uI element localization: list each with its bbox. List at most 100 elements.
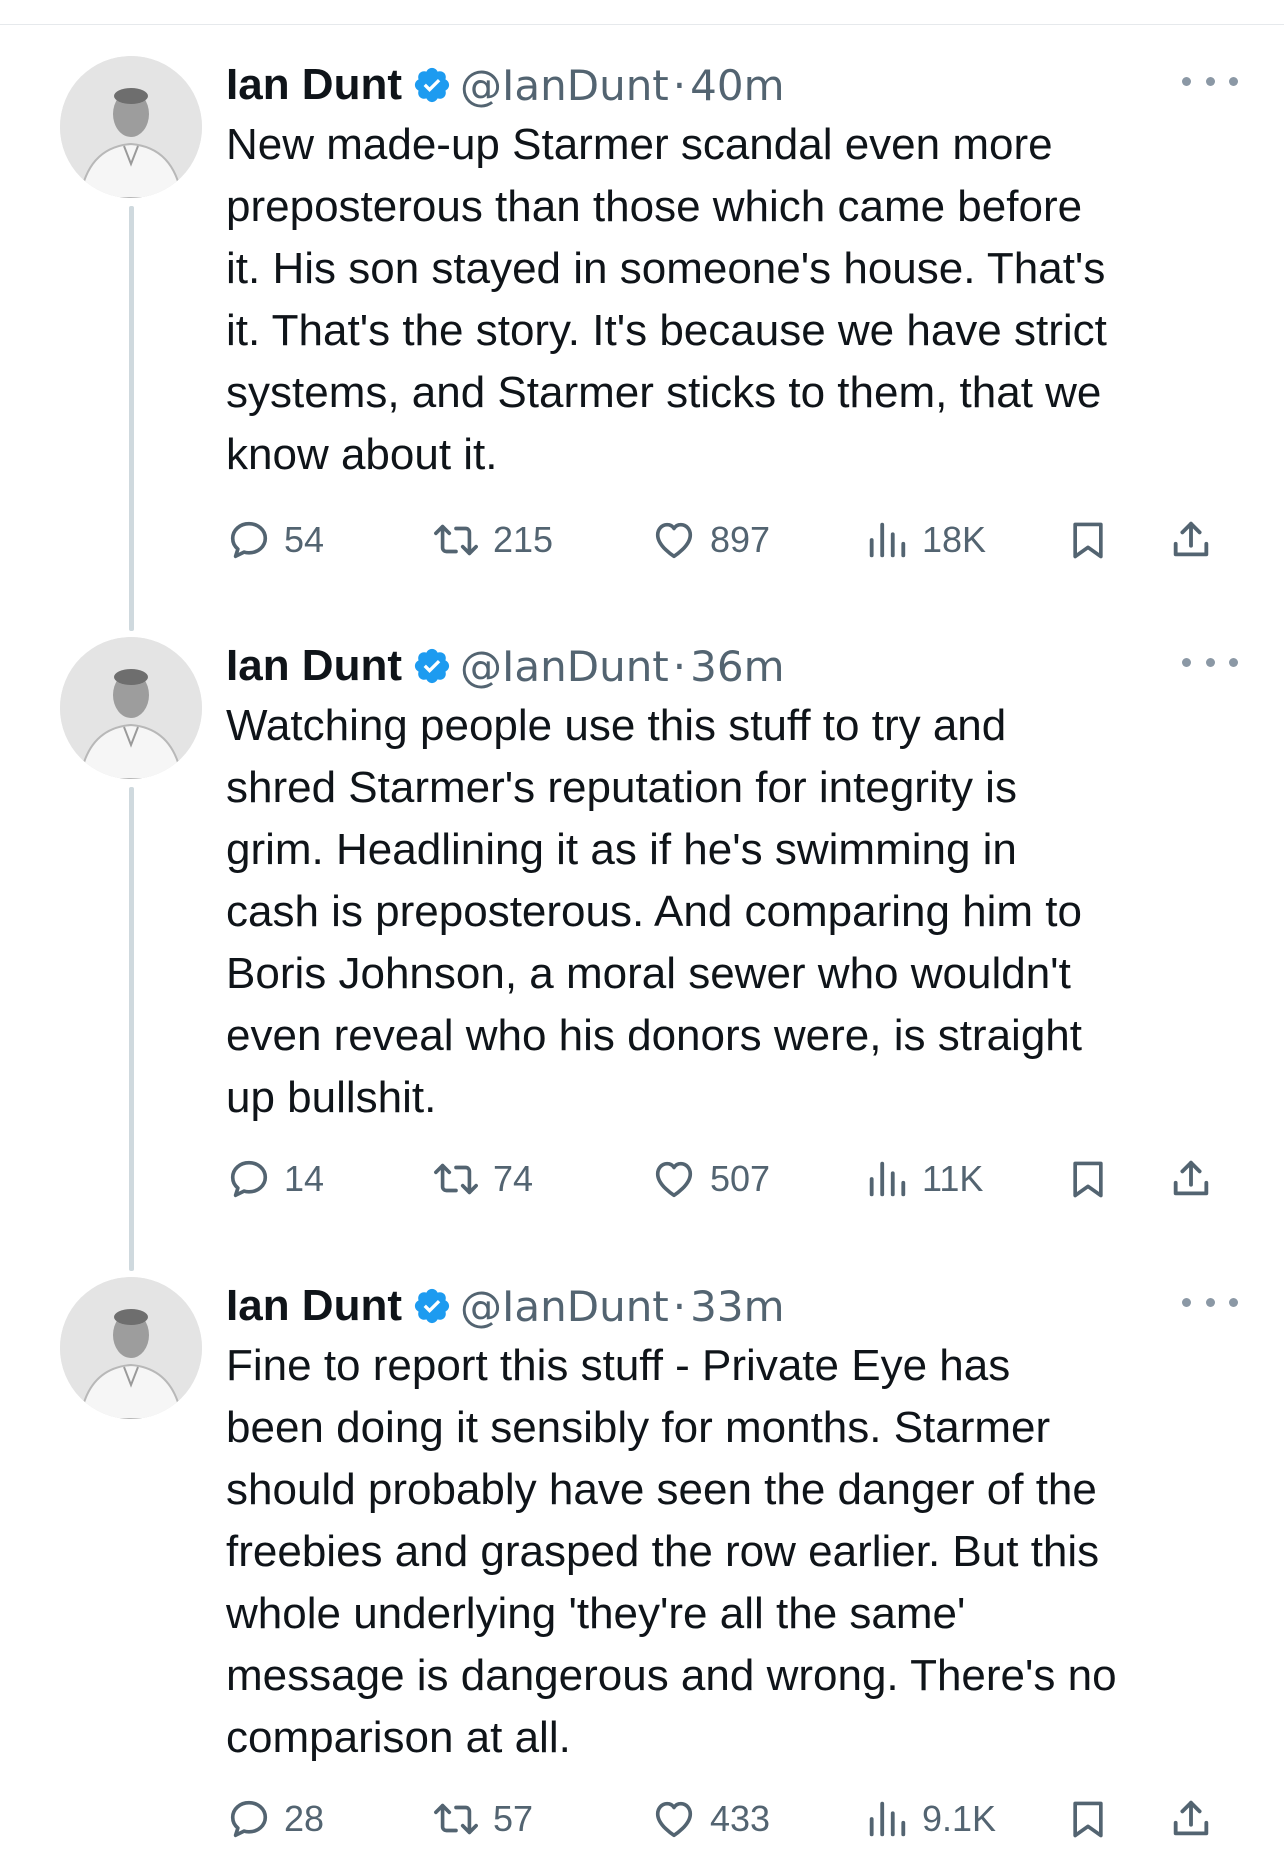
reply-count: 54 — [284, 519, 325, 560]
verified-badge-icon — [412, 65, 452, 105]
tweet-text-line: New made-up Starmer scandal even more — [226, 120, 1053, 169]
like-icon — [655, 1801, 693, 1838]
tweet-actions: 54 215 897 18K — [226, 510, 1226, 570]
repost-button[interactable]: 74 — [431, 1149, 533, 1209]
like-button[interactable]: 433 — [650, 1789, 770, 1849]
tweet-text: New made-up Starmer scandal even more pr… — [226, 114, 1216, 486]
tweet-text-line: even reveal who his donors were, is stra… — [226, 1011, 1082, 1060]
avatar[interactable] — [60, 637, 202, 779]
timestamp[interactable]: 40m — [690, 61, 784, 110]
share-button[interactable] — [1168, 1149, 1214, 1209]
like-count: 433 — [710, 1798, 771, 1839]
repost-count: 74 — [493, 1158, 534, 1199]
bookmark-button[interactable] — [1066, 1789, 1110, 1849]
tweet-text-line: Fine to report this stuff - Private Eye … — [226, 1341, 1011, 1390]
avatar[interactable] — [60, 56, 202, 198]
author-handle[interactable]: @IanDunt — [460, 61, 669, 110]
separator-dot: · — [672, 641, 687, 691]
views-button[interactable]: 18K — [864, 510, 986, 570]
timestamp[interactable]: 36m — [690, 642, 784, 691]
reply-icon — [230, 521, 268, 559]
author-handle[interactable]: @IanDunt — [460, 642, 669, 691]
tweet-text-line: know about it. — [226, 430, 498, 479]
thread-connector — [129, 787, 134, 1271]
views-icon — [869, 1161, 906, 1197]
tweet-text-line: whole underlying 'they're all the same' — [226, 1589, 966, 1638]
bookmark-icon — [1073, 522, 1103, 559]
repost-button[interactable]: 57 — [431, 1789, 533, 1849]
views-icon — [869, 522, 906, 558]
tweet-header: Ian Dunt @IanDunt · 40m — [226, 56, 1226, 114]
verified-badge-icon — [412, 1286, 452, 1326]
repost-icon — [434, 1163, 478, 1195]
reply-count: 28 — [284, 1798, 325, 1839]
tweet-text-line: systems, and Starmer sticks to them, tha… — [226, 368, 1102, 417]
tweet-actions: 28 57 433 9.1K — [226, 1789, 1226, 1849]
more-options-icon[interactable] — [1182, 1287, 1238, 1317]
views-count: 11K — [922, 1158, 984, 1199]
bookmark-button[interactable] — [1066, 1149, 1110, 1209]
tweet-text-line: Boris Johnson, a moral sewer who wouldn'… — [226, 949, 1071, 998]
share-icon — [1173, 1800, 1209, 1836]
tweet-text-line: freebies and grasped the row earlier. Bu… — [226, 1527, 1100, 1576]
like-button[interactable]: 507 — [650, 1149, 770, 1209]
tweet-text-line: cash is preposterous. And comparing him … — [226, 887, 1083, 936]
author-name[interactable]: Ian Dunt — [226, 641, 402, 691]
views-button[interactable]: 11K — [864, 1149, 983, 1209]
repost-icon — [434, 524, 478, 556]
views-button[interactable]: 9.1K — [864, 1789, 996, 1849]
tweet-text-line: grim. Headlining it as if he's swimming … — [226, 825, 1017, 874]
tweet-text-line: shred Starmer's reputation for integrity… — [226, 763, 1017, 812]
views-count: 18K — [922, 519, 987, 560]
like-icon — [655, 522, 693, 559]
like-count: 897 — [710, 519, 771, 560]
more-options-icon[interactable] — [1182, 647, 1238, 677]
repost-button[interactable]: 215 — [431, 510, 553, 570]
tweet-header: Ian Dunt @IanDunt · 33m — [226, 1277, 1226, 1335]
like-icon — [655, 1161, 693, 1198]
reply-icon — [230, 1160, 268, 1198]
tweet-content: Ian Dunt @IanDunt · 36m Watching people … — [226, 637, 1238, 1129]
tweet-header: Ian Dunt @IanDunt · 36m — [226, 637, 1226, 695]
reply-button[interactable]: 14 — [226, 1149, 324, 1209]
reply-button[interactable]: 54 — [226, 510, 324, 570]
tweet-text-line: it. His son stayed in someone's house. T… — [226, 244, 1106, 293]
share-button[interactable] — [1168, 510, 1214, 570]
tweet-text: Watching people use this stuff to try an… — [226, 695, 1216, 1129]
timestamp[interactable]: 33m — [690, 1282, 784, 1331]
more-options-icon[interactable] — [1182, 66, 1238, 96]
share-button[interactable] — [1168, 1789, 1214, 1849]
top-divider — [0, 24, 1284, 25]
repost-icon — [434, 1803, 478, 1835]
tweet-text-line: preposterous than those which came befor… — [226, 182, 1083, 231]
verified-badge-icon — [412, 646, 452, 686]
repost-count: 57 — [493, 1798, 534, 1839]
bookmark-button[interactable] — [1066, 510, 1110, 570]
tweet-text-line: been doing it sensibly for months. Starm… — [226, 1403, 1051, 1452]
separator-dot: · — [672, 1281, 687, 1331]
author-name[interactable]: Ian Dunt — [226, 1281, 402, 1331]
bookmark-icon — [1073, 1801, 1103, 1838]
tweet-content: Ian Dunt @IanDunt · 40m New made-up Star… — [226, 56, 1238, 486]
separator-dot: · — [672, 60, 687, 110]
tweet-actions: 14 74 507 11K — [226, 1149, 1226, 1209]
tweet-text-line: it. That's the story. It's because we ha… — [226, 306, 1107, 355]
author-name[interactable]: Ian Dunt — [226, 60, 402, 110]
tweet-text-line: message is dangerous and wrong. There's … — [226, 1651, 1117, 1700]
tweet-content: Ian Dunt @IanDunt · 33m Fine to report t… — [226, 1277, 1238, 1769]
tweet-text: Fine to report this stuff - Private Eye … — [226, 1335, 1216, 1769]
tweet-text-line: Watching people use this stuff to try an… — [226, 701, 1007, 750]
reply-icon — [230, 1800, 268, 1838]
repost-count: 215 — [493, 519, 554, 560]
share-icon — [1173, 1160, 1209, 1196]
reply-count: 14 — [284, 1158, 325, 1199]
reply-button[interactable]: 28 — [226, 1789, 324, 1849]
like-count: 507 — [710, 1158, 771, 1199]
views-icon — [869, 1801, 906, 1837]
views-count: 9.1K — [922, 1798, 997, 1839]
share-icon — [1173, 521, 1209, 557]
author-handle[interactable]: @IanDunt — [460, 1282, 669, 1331]
like-button[interactable]: 897 — [650, 510, 770, 570]
thread-connector — [129, 206, 134, 631]
avatar[interactable] — [60, 1277, 202, 1419]
